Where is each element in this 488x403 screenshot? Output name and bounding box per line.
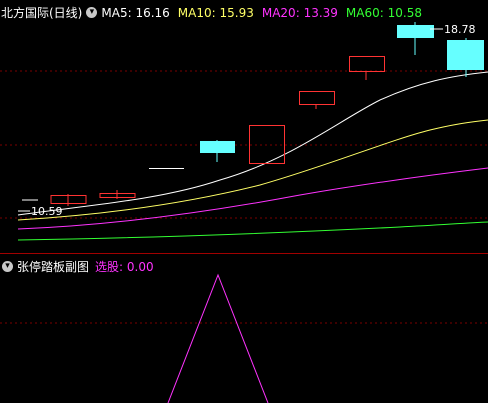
- low-price-label: 10.59: [31, 205, 63, 218]
- candlesticks: [22, 22, 484, 206]
- chart-canvas: 18.78 10.59: [0, 22, 488, 403]
- candle: [200, 141, 235, 153]
- ma5-label: MA5: 16.16: [101, 5, 170, 20]
- candle: [349, 56, 385, 72]
- ma5-line: [17, 71, 488, 216]
- candle: [299, 91, 335, 105]
- ma10-line: [17, 119, 488, 221]
- selection-indicator-label: 选股: 0.00: [95, 260, 154, 274]
- indicator-menu-button[interactable]: ▾: [86, 7, 98, 18]
- indicator-line: [167, 273, 269, 403]
- high-price-label: 18.78: [444, 23, 476, 36]
- sub-chart-header: ▾ 张停踏板副图 选股: 0.00: [0, 258, 154, 275]
- sub-chart-title: 张停踏板副图: [17, 260, 90, 274]
- stock-title: 北方国际(日线): [1, 6, 83, 20]
- low-marker: 10.59: [18, 205, 63, 218]
- candle: [447, 40, 484, 70]
- ma10-label: MA10: 15.93: [177, 5, 254, 20]
- candle: [397, 25, 434, 38]
- ma60-label: MA60: 10.58: [345, 5, 422, 20]
- ma20-line: [17, 167, 488, 230]
- ma20-label: MA20: 13.39: [261, 5, 338, 20]
- sub-indicator-menu-button[interactable]: ▾: [2, 261, 13, 272]
- candle: [249, 125, 285, 164]
- main-chart-header: 北方国际(日线) ▾ MA5: 16.16 MA10: 15.93 MA20: …: [0, 4, 430, 21]
- high-marker: 18.78: [430, 23, 476, 36]
